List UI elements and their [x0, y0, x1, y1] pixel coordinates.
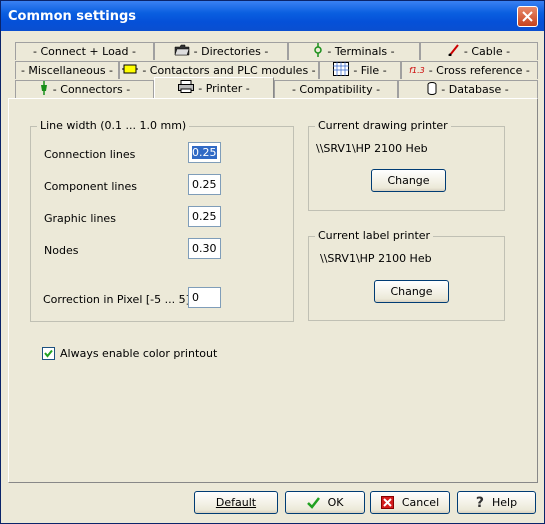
file-grid-icon — [333, 62, 350, 79]
tab-terminals[interactable]: - Terminals - — [288, 42, 420, 60]
drawing-printer-title: Current drawing printer — [315, 119, 451, 132]
folder-icon — [174, 44, 190, 59]
tab-file[interactable]: - File - — [319, 61, 401, 79]
change-label-printer-button[interactable]: Change — [374, 280, 449, 303]
printer-icon — [178, 80, 195, 96]
tab-directories[interactable]: - Directories - — [154, 42, 288, 60]
label-printer-title: Current label printer — [315, 229, 434, 242]
window-title: Common settings — [8, 9, 137, 24]
correction-label: Correction in Pixel [-5 ... 5] — [43, 293, 190, 306]
tab-connectors[interactable]: - Connectors - — [15, 80, 154, 98]
label-printer-name: \\SRV1\HP 2100 Heb — [320, 252, 432, 265]
title-bar[interactable]: Common settings — [1, 1, 544, 31]
tab-compatibility[interactable]: - Compatibility - — [274, 80, 398, 98]
close-icon — [522, 11, 533, 22]
correction-input[interactable]: 0 — [188, 287, 221, 308]
close-button[interactable] — [517, 6, 538, 27]
connection-lines-label: Connection lines — [44, 148, 136, 161]
component-lines-label: Component lines — [44, 180, 137, 193]
line-width-title: Line width (0.1 ... 1.0 mm) — [37, 119, 190, 132]
graphic-lines-label: Graphic lines — [44, 212, 116, 225]
help-icon: ? — [475, 494, 485, 511]
checkmark-icon — [44, 349, 53, 358]
cable-icon — [448, 44, 460, 59]
contactor-icon — [122, 63, 139, 78]
label-printer-group: Current label printer — [308, 229, 505, 321]
tab-connect-load[interactable]: - Connect + Load - — [15, 42, 154, 60]
change-drawing-printer-button[interactable]: Change — [371, 169, 446, 192]
checkmark-icon — [306, 496, 320, 509]
drawing-printer-name: \\SRV1\HP 2100 Heb — [316, 142, 428, 155]
tab-printer[interactable]: - Printer - — [154, 77, 274, 98]
color-printout-label: Always enable color printout — [60, 347, 218, 360]
nodes-input[interactable]: 0.30 — [188, 238, 221, 259]
tab-database[interactable]: - Database - — [398, 80, 538, 98]
tab-miscellaneous[interactable]: - Miscellaneous - — [15, 61, 119, 79]
graphic-lines-input[interactable]: 0.25 — [188, 206, 221, 227]
ok-button[interactable]: OK — [285, 491, 365, 514]
tab-cable[interactable]: - Cable - — [420, 42, 538, 60]
cross-reference-icon: f1.3 — [409, 66, 425, 75]
database-icon — [427, 81, 437, 98]
cancel-icon — [380, 496, 394, 509]
cancel-button[interactable]: Cancel — [370, 491, 450, 514]
settings-dialog: Common settings - Connect + Load - - Dir… — [0, 0, 545, 524]
tab-cross-reference[interactable]: f1.3 - Cross reference - — [401, 61, 538, 79]
connector-icon — [39, 81, 49, 98]
printer-tab-panel: Line width (0.1 ... 1.0 mm) Connection l… — [8, 98, 538, 483]
connection-lines-input[interactable]: 0.25 — [188, 142, 221, 163]
terminal-icon — [313, 43, 323, 60]
component-lines-input[interactable]: 0.25 — [188, 174, 221, 195]
color-printout-checkbox[interactable] — [42, 347, 55, 360]
help-button[interactable]: ? Help — [457, 491, 536, 514]
default-button[interactable]: Default — [194, 491, 278, 514]
nodes-label: Nodes — [44, 244, 79, 257]
